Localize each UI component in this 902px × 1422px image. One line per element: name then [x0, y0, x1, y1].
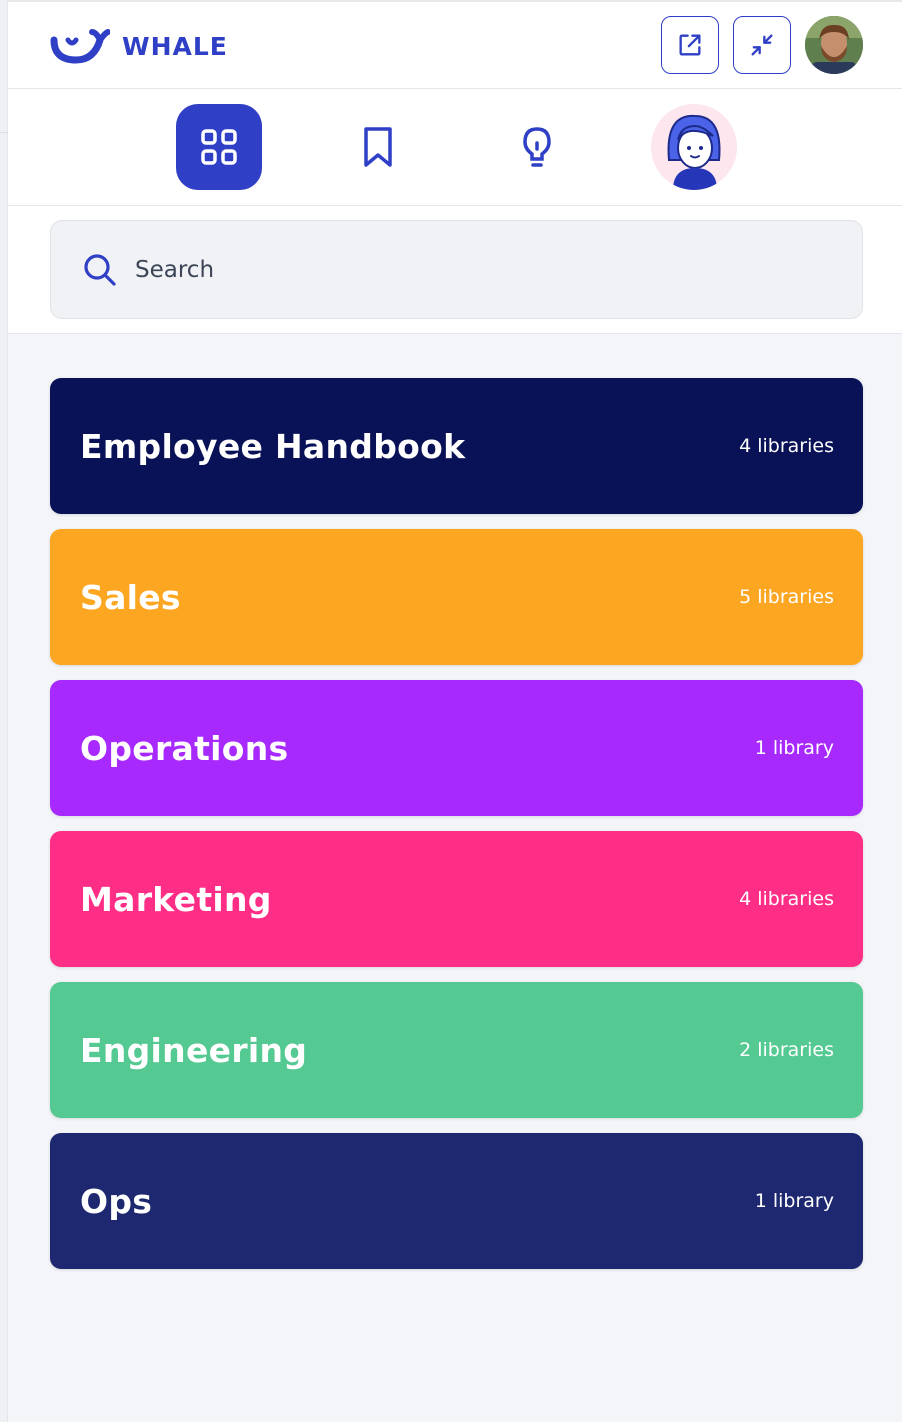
- app-header: WHALE: [8, 2, 902, 89]
- category-list: Employee Handbook 4 libraries Sales 5 li…: [50, 378, 863, 1284]
- search-box[interactable]: [50, 220, 863, 319]
- category-title: Sales: [80, 577, 181, 617]
- tab-assistant[interactable]: [651, 104, 737, 190]
- external-link-icon: [679, 34, 701, 56]
- category-card-marketing[interactable]: Marketing 4 libraries: [50, 831, 863, 967]
- tab-bookmarks[interactable]: [335, 104, 421, 190]
- category-card-operations[interactable]: Operations 1 library: [50, 680, 863, 816]
- assistant-avatar-icon: [651, 104, 737, 190]
- bookmark-icon: [364, 127, 392, 167]
- grid-icon: [201, 129, 237, 165]
- minimize-icon: [751, 34, 773, 56]
- category-card-ops[interactable]: Ops 1 library: [50, 1133, 863, 1269]
- category-card-engineering[interactable]: Engineering 2 libraries: [50, 982, 863, 1118]
- library-count: 4 libraries: [739, 435, 834, 457]
- library-count: 4 libraries: [739, 888, 834, 910]
- logo[interactable]: WHALE: [50, 26, 228, 66]
- category-title: Engineering: [80, 1030, 308, 1070]
- category-title: Ops: [80, 1181, 153, 1221]
- library-count: 1 library: [754, 737, 834, 759]
- user-avatar[interactable]: [805, 16, 863, 74]
- nav-bar: [8, 89, 902, 206]
- whale-logo-icon: [50, 29, 110, 64]
- search-section: [8, 206, 902, 334]
- category-card-employee-handbook[interactable]: Employee Handbook 4 libraries: [50, 378, 863, 514]
- category-title: Marketing: [80, 879, 272, 919]
- category-title: Employee Handbook: [80, 426, 466, 466]
- library-count: 5 libraries: [739, 586, 834, 608]
- library-count: 1 library: [754, 1190, 834, 1212]
- search-input[interactable]: [135, 256, 735, 283]
- window-edge: [0, 0, 8, 1422]
- library-count: 2 libraries: [739, 1039, 834, 1061]
- category-card-sales[interactable]: Sales 5 libraries: [50, 529, 863, 665]
- tab-ideas[interactable]: [494, 104, 580, 190]
- search-icon: [84, 253, 116, 286]
- open-external-button[interactable]: [661, 16, 719, 74]
- app-name: WHALE: [122, 31, 228, 61]
- minimize-button[interactable]: [733, 16, 791, 74]
- category-title: Operations: [80, 728, 289, 768]
- lightbulb-icon: [523, 127, 551, 167]
- tab-home[interactable]: [176, 104, 262, 190]
